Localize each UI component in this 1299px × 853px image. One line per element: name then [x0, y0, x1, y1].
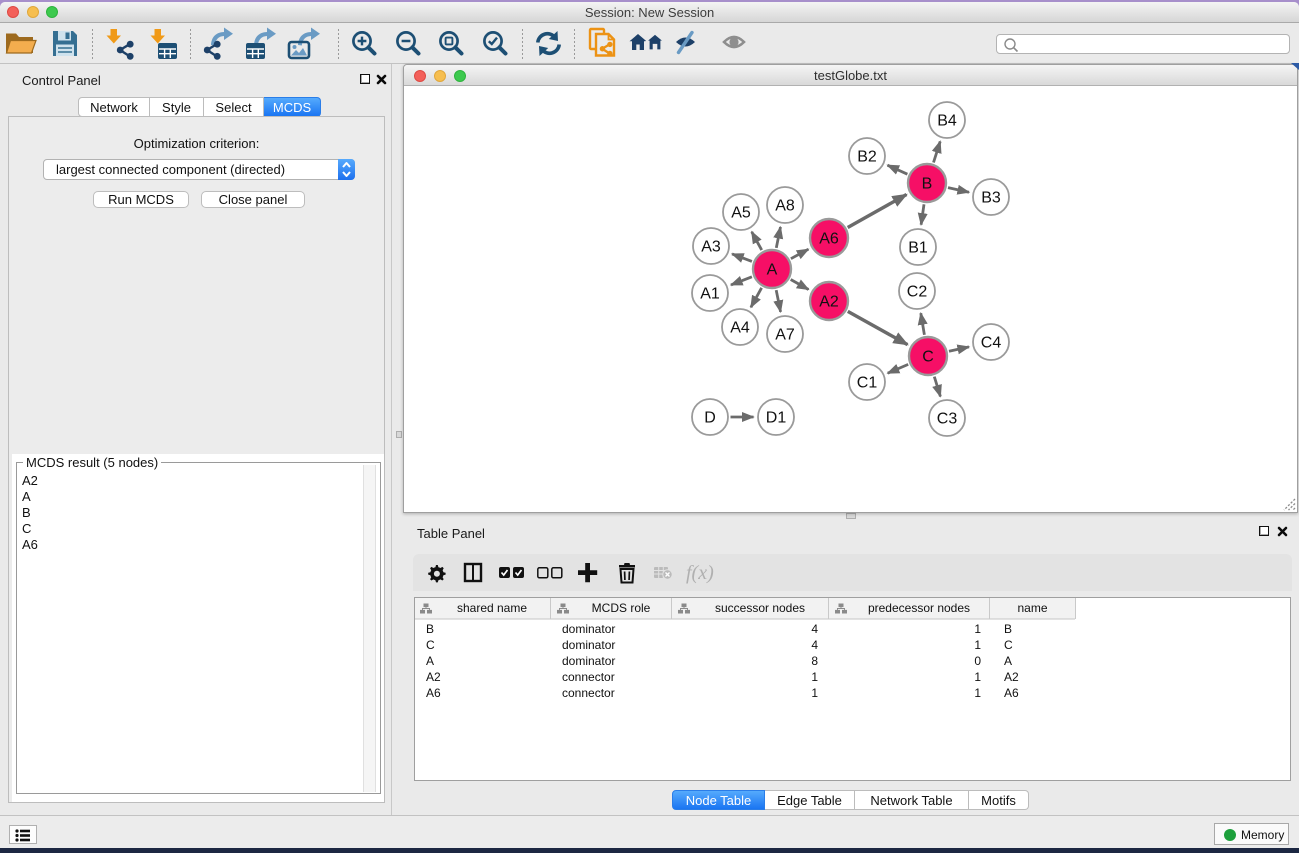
svg-text:f(x): f(x)	[686, 562, 714, 584]
